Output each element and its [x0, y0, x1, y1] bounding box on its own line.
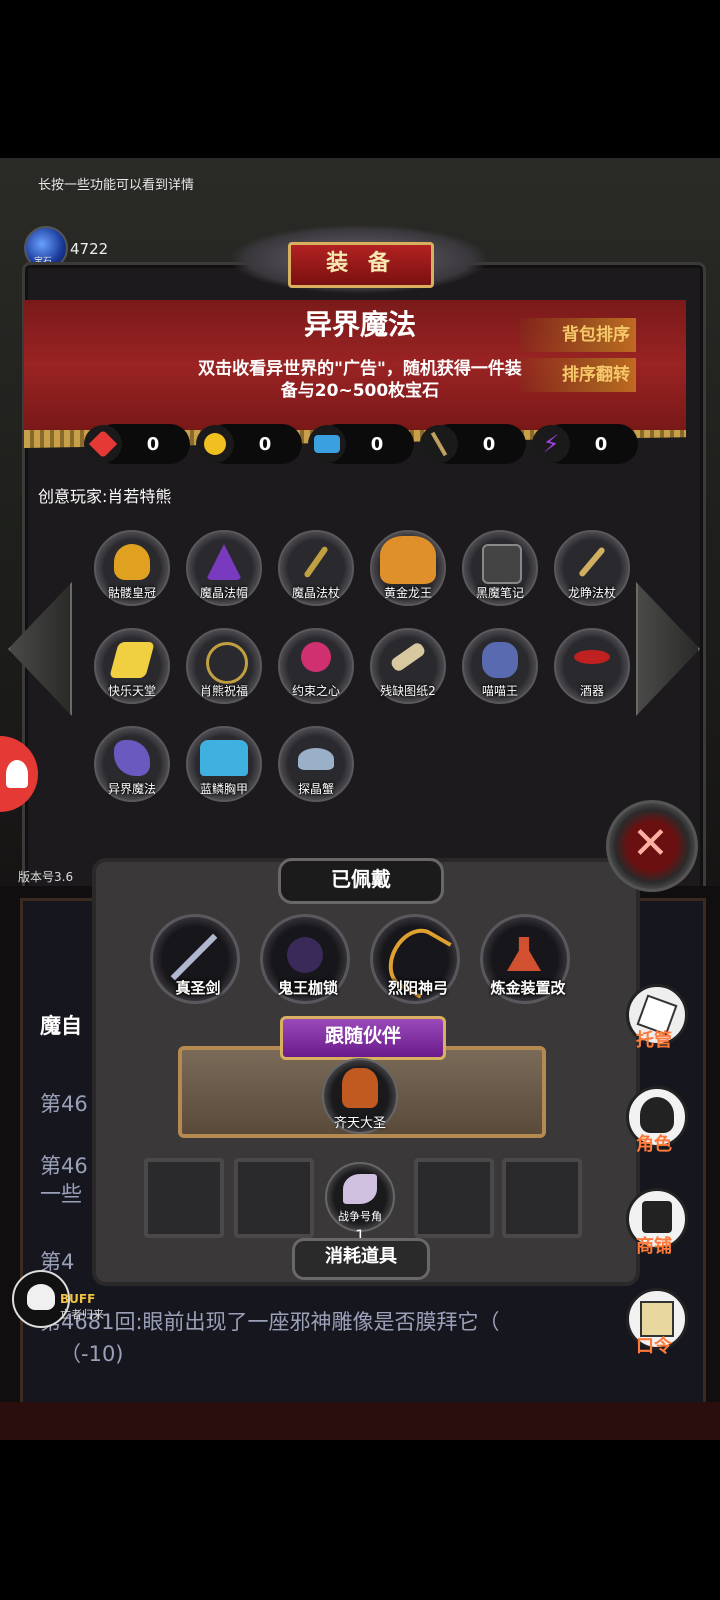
lightning-icon: ⚡	[532, 425, 570, 463]
log-line: 第46	[40, 1092, 88, 1116]
character-label: 角色	[636, 1134, 672, 1155]
companion-slot[interactable]: 齐天大圣	[322, 1058, 398, 1134]
golden-dragon-icon	[380, 536, 436, 584]
staff-icon	[303, 545, 329, 579]
flask-icon	[507, 937, 541, 971]
stat-attack-value: 0	[482, 434, 496, 455]
shop-label: 商铺	[636, 1236, 672, 1257]
bag-item[interactable]: 蓝鳞胸甲	[186, 726, 262, 802]
dragon-staff-icon	[578, 546, 606, 578]
game-screen: 长按一些功能可以看到详情 宝石 4722 装 备 异界魔法 双击收看异世界的"广…	[0, 158, 720, 1440]
item-desc-line2: 备与20~500枚宝石	[280, 381, 440, 401]
buff-label: BUFF	[60, 1292, 96, 1306]
hint-text: 长按一些功能可以看到详情	[38, 178, 195, 193]
bag-item[interactable]: 魔晶法帽	[186, 530, 262, 606]
bag-item[interactable]: 酒器	[554, 628, 630, 704]
bag-item[interactable]: 喵喵王	[462, 628, 538, 704]
equipped-slot[interactable]: 鬼王枷锁	[260, 914, 350, 1004]
stat-strength-value: 0	[258, 434, 272, 455]
cat-king-icon	[482, 642, 518, 678]
log-line: （-10)	[60, 1342, 124, 1366]
gold-book-icon	[109, 642, 155, 678]
heart-icon	[84, 425, 122, 463]
wine-vessel-icon	[574, 650, 610, 664]
equipped-slot[interactable]: 烈阳神弓	[370, 914, 460, 1004]
bag-item[interactable]: 肖熊祝福	[186, 628, 262, 704]
bag-item[interactable]: 龙睁法杖	[554, 530, 630, 606]
companion-title: 跟随伙伴	[280, 1016, 446, 1060]
stat-magic-value: 0	[594, 434, 608, 455]
bag-item[interactable]: 约束之心	[278, 628, 354, 704]
consumable-slot[interactable]	[414, 1158, 494, 1238]
war-horn-icon	[343, 1174, 377, 1204]
equipped-slot[interactable]: 炼金装置改	[480, 914, 570, 1004]
consumable-slot[interactable]	[144, 1158, 224, 1238]
item-name: 异界魔法	[303, 308, 416, 341]
bag-item[interactable]: 快乐天堂	[94, 628, 170, 704]
chains-icon	[287, 937, 323, 973]
strength-icon	[196, 425, 234, 463]
gem-count: 4722	[70, 240, 109, 258]
blue-chestplate-icon	[200, 740, 248, 776]
skull-crown-icon	[114, 544, 150, 580]
player-name: 创意玩家:肖若特熊	[38, 487, 172, 506]
log-line: 第4681回:眼前出现了一座邪神雕像是否膜拜它（	[40, 1310, 500, 1334]
bag-item[interactable]: 魔晶法杖	[278, 530, 354, 606]
stat-armor-value: 0	[370, 434, 384, 455]
holy-sword-icon	[170, 933, 218, 981]
armor-icon	[308, 425, 346, 463]
skull-icon	[27, 1284, 55, 1310]
bag-item[interactable]: 黄金龙王	[370, 530, 446, 606]
log-line: 魔自	[40, 1014, 82, 1038]
stat-hp-value: 0	[146, 434, 160, 455]
shop-icon	[642, 1201, 672, 1233]
equipped-slot[interactable]: 真圣剑	[150, 914, 240, 1004]
buff-name: 亡者归来	[60, 1308, 104, 1321]
equipped-title: 已佩戴	[278, 858, 444, 904]
auto-play-label: 托管	[636, 1030, 672, 1051]
monkey-king-icon	[342, 1068, 378, 1108]
consumable-slot[interactable]	[502, 1158, 582, 1238]
amulet-icon	[206, 642, 248, 684]
log-line: 一些	[40, 1182, 82, 1206]
bottom-border	[0, 1402, 720, 1440]
user-icon	[6, 760, 28, 788]
crystal-crab-icon	[298, 748, 334, 770]
heart-orb-icon	[301, 642, 331, 672]
consumables-title: 消耗道具	[292, 1238, 430, 1280]
hooded-figure-icon	[640, 1097, 674, 1133]
bag-item[interactable]: 骷髅皇冠	[94, 530, 170, 606]
consumable-slot[interactable]: 战争号角 1	[325, 1162, 395, 1245]
black-book-icon	[482, 544, 522, 584]
item-desc-line1: 双击收看异世界的"广告"，随机获得一件装	[198, 359, 522, 379]
flip-sort-button[interactable]: 排序翻转	[520, 358, 636, 392]
bag-item[interactable]: 探晶蟹	[278, 726, 354, 802]
log-line: 第46	[40, 1154, 88, 1178]
wizard-hat-icon	[206, 544, 242, 580]
bag-item[interactable]: 黑魔笔记	[462, 530, 538, 606]
version-label: 版本号3.6	[18, 870, 74, 884]
bag-item[interactable]: 异界魔法	[94, 726, 170, 802]
scroll-icon	[389, 640, 427, 674]
otherworld-magic-icon	[114, 740, 150, 776]
item-description: 双击收看异世界的"广告"，随机获得一件装 备与20~500枚宝石	[160, 358, 560, 402]
consumable-slot[interactable]	[234, 1158, 314, 1238]
sort-bag-button[interactable]: 背包排序	[520, 318, 636, 352]
code-label: 口令	[636, 1336, 672, 1357]
panel-title: 装 备	[288, 242, 434, 288]
close-icon: ✕	[632, 818, 669, 869]
bag-item[interactable]: 残缺图纸2	[370, 628, 446, 704]
sword-icon	[420, 425, 458, 463]
